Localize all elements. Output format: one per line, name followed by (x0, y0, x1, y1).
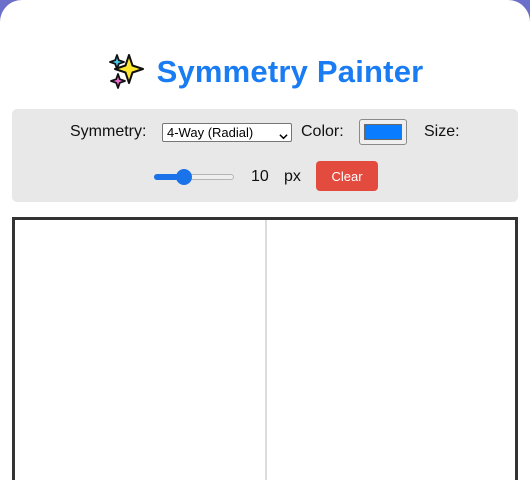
symmetry-guide-line (265, 220, 267, 480)
symmetry-label: Symmetry: (70, 123, 147, 140)
color-swatch-fill (364, 124, 402, 140)
page-title: Symmetry Painter (0, 52, 530, 92)
slider-thumb[interactable] (176, 169, 192, 185)
app-window: Symmetry Painter Symmetry: 4-Way (Radial… (0, 0, 530, 480)
size-label: Size: (424, 123, 460, 140)
sparkles-icon (107, 53, 145, 91)
chevron-down-icon (279, 128, 288, 140)
app-title: Symmetry Painter (156, 54, 424, 89)
color-label: Color: (301, 123, 344, 140)
symmetry-select[interactable]: 4-Way (Radial) (162, 123, 292, 142)
size-unit: px (284, 168, 301, 185)
size-value: 10 (251, 168, 269, 185)
color-picker[interactable] (359, 119, 407, 145)
drawing-canvas[interactable] (12, 217, 518, 480)
clear-button[interactable]: Clear (316, 161, 378, 191)
controls-panel: Symmetry: 4-Way (Radial) Color: Size: 10… (12, 109, 518, 202)
size-slider[interactable] (154, 169, 234, 185)
symmetry-select-value: 4-Way (Radial) (167, 125, 254, 140)
